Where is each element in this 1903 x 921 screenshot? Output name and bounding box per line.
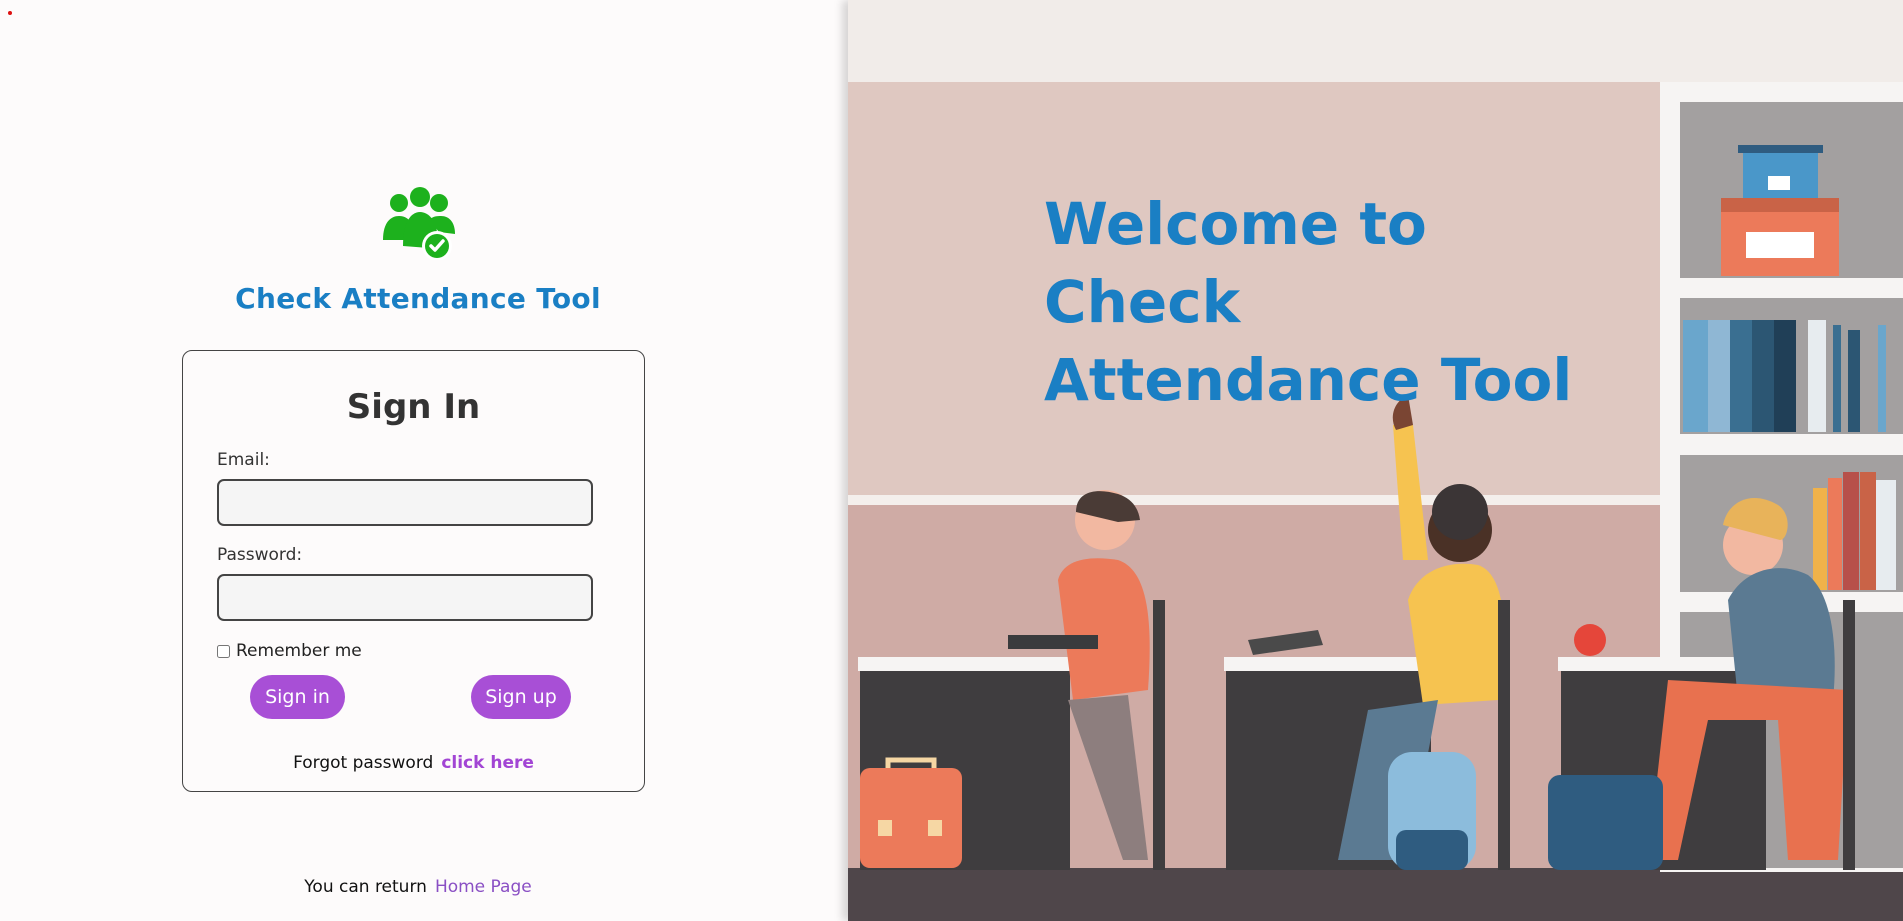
welcome-heading: Welcome to Check Attendance Tool (1044, 190, 1573, 414)
classroom-illustration: Welcome to Check Attendance Tool (848, 0, 1903, 921)
app-title: Check Attendance Tool (235, 282, 601, 315)
signin-heading: Sign In (346, 387, 481, 427)
forgot-password: Forgot password click here (183, 753, 644, 773)
email-label: Email: (217, 450, 270, 470)
signup-button[interactable]: Sign up (471, 675, 571, 719)
remember-label: Remember me (236, 641, 362, 661)
email-input[interactable] (217, 479, 593, 526)
marker-dot (8, 11, 12, 15)
remember-me[interactable]: Remember me (217, 641, 362, 661)
signin-button[interactable]: Sign in (250, 675, 345, 719)
forgot-password-link[interactable]: click here (441, 753, 534, 773)
home-page-link[interactable]: Home Page (435, 877, 532, 897)
password-input[interactable] (217, 574, 593, 621)
forgot-text: Forgot password (293, 753, 434, 773)
return-home: You can return Home Page (0, 877, 836, 897)
login-panel: Check Attendance Tool Sign In Email: Pas… (0, 0, 848, 921)
classroom-image (848, 0, 1903, 921)
return-text: You can return (304, 877, 427, 897)
signin-card: Sign In Email: Password: Remember me Sig… (182, 350, 645, 792)
password-label: Password: (217, 545, 303, 565)
remember-checkbox[interactable] (217, 644, 230, 658)
team-check-icon (383, 187, 455, 260)
